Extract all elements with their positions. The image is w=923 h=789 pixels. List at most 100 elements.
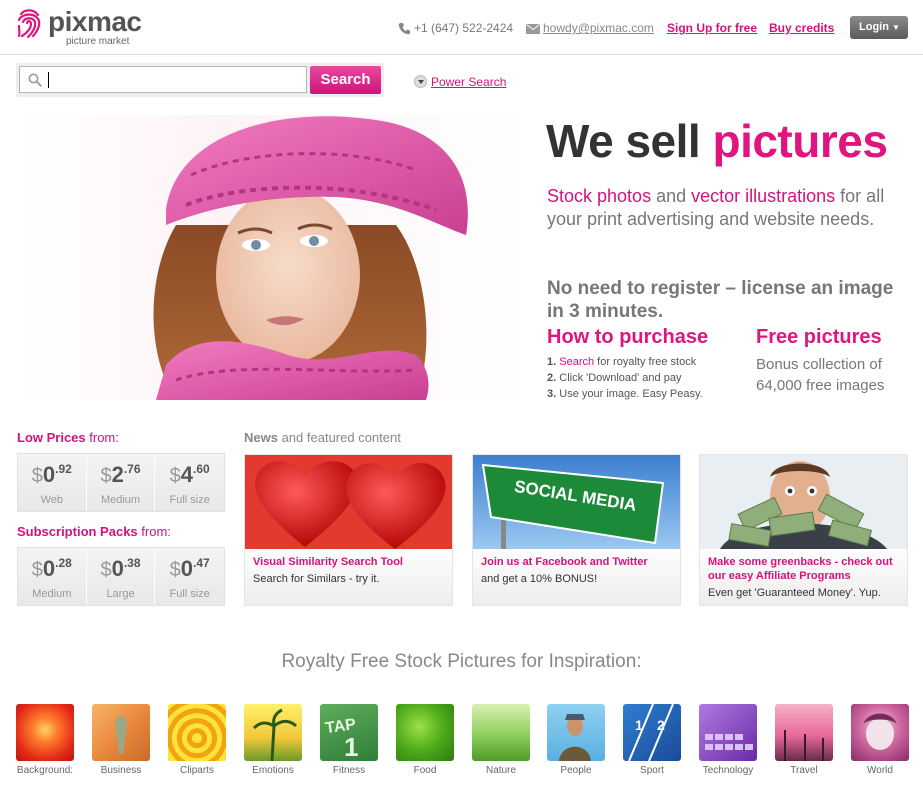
category-label: Nature xyxy=(485,765,516,776)
news-card-title[interactable]: Visual Similarity Search Tool xyxy=(253,555,449,569)
price-whole: 0 xyxy=(42,462,56,487)
phone-number: +1 (647) 522-2424 xyxy=(414,21,514,35)
money-man-image xyxy=(700,455,907,549)
category-label: Fitness xyxy=(332,765,366,776)
price-whole: 2 xyxy=(111,462,124,487)
search-step-link[interactable]: Search xyxy=(559,356,594,368)
login-button[interactable]: Login ▼ xyxy=(850,16,908,39)
logo[interactable]: pixmac picture market xyxy=(16,6,166,48)
category-world[interactable]: World xyxy=(851,704,909,776)
category-emotions[interactable]: Emotions xyxy=(244,704,302,776)
category-background[interactable]: Background: xyxy=(16,704,74,776)
power-search-link[interactable]: Power Search xyxy=(414,74,506,89)
category-nature[interactable]: Nature xyxy=(472,704,530,776)
social-media-illustration: SOCIAL MEDIA xyxy=(473,455,680,549)
price-value: $4.60 xyxy=(155,462,224,488)
price-cents: .28 xyxy=(55,556,72,570)
category-label: Emotions xyxy=(252,765,294,776)
world-thumbnail xyxy=(851,704,909,761)
price-label: Web xyxy=(40,494,64,506)
background-thumbnail xyxy=(16,704,74,761)
fingerprint-logo-icon xyxy=(17,9,41,39)
currency-symbol: $ xyxy=(100,465,112,487)
logo-name: pixmac xyxy=(48,6,142,37)
price-label: Large xyxy=(106,588,135,600)
buy-credits-link[interactable]: Buy credits xyxy=(769,21,834,35)
category-people[interactable]: People xyxy=(547,704,605,776)
price-value: $0.47 xyxy=(155,556,224,582)
currency-symbol: $ xyxy=(169,465,181,487)
signup-link[interactable]: Sign Up for free xyxy=(667,21,757,35)
sport-thumbnail: 12 xyxy=(623,704,681,761)
price-whole: 0 xyxy=(42,556,56,581)
news-heading-rest: and featured content xyxy=(277,430,401,445)
category-label: World xyxy=(867,765,893,776)
price-cents: .92 xyxy=(55,462,72,476)
currency-symbol: $ xyxy=(31,465,43,487)
technology-thumbnail xyxy=(699,704,757,761)
dropdown-circle-icon xyxy=(414,75,427,89)
category-business[interactable]: Business xyxy=(92,704,150,776)
category-sport[interactable]: 12 Sport xyxy=(623,704,681,776)
hearts-illustration xyxy=(245,455,452,549)
currency-symbol: $ xyxy=(31,559,43,581)
search-bar: Search xyxy=(16,63,384,97)
price-cell-medium: $2.76 Medium xyxy=(87,454,156,511)
category-cliparts[interactable]: Cliparts xyxy=(168,704,226,776)
category-travel[interactable]: Travel xyxy=(775,704,833,776)
step-text: Click 'Download' and pay xyxy=(556,372,682,384)
step-text: Use your image. Easy Peasy. xyxy=(556,388,703,400)
travel-thumbnail xyxy=(775,704,833,761)
search-button[interactable]: Search xyxy=(310,66,381,94)
news-card-subtitle: and get a 10% BONUS! xyxy=(481,573,598,585)
price-whole: 0 xyxy=(180,556,194,581)
low-prices-box: $0.92 Web $2.76 Medium $4.60 Full size xyxy=(17,453,225,512)
logo-tagline: picture market xyxy=(66,36,130,47)
people-thumbnail xyxy=(547,704,605,761)
subscription-prices-box: $0.28 Medium $0.38 Large $0.47 Full size xyxy=(17,547,225,606)
price-cents: .38 xyxy=(123,556,141,570)
category-label: Sport xyxy=(640,765,664,776)
free-pictures-link[interactable]: Free pictures xyxy=(756,326,882,349)
vector-illustrations-link[interactable]: vector illustrations xyxy=(691,186,835,206)
news-card-similarity[interactable]: Visual Similarity Search Tool Search for… xyxy=(244,454,453,606)
svg-text:1: 1 xyxy=(635,717,643,733)
sub-price-cell-full: $0.47 Full size xyxy=(155,548,224,605)
price-cell-full: $4.60 Full size xyxy=(155,454,224,511)
news-card-title[interactable]: Join us at Facebook and Twitter xyxy=(481,555,677,569)
category-label: People xyxy=(560,765,592,776)
hero-illustration xyxy=(153,116,468,400)
currency-symbol: $ xyxy=(100,559,112,581)
price-value: $0.92 xyxy=(18,462,86,488)
step-text: for royalty free stock xyxy=(594,356,697,368)
search-input[interactable] xyxy=(19,66,307,93)
how-to-purchase-heading: How to purchase xyxy=(547,326,709,348)
category-label: Background: xyxy=(16,765,74,776)
hero-title-part1: We sell xyxy=(546,115,713,167)
stock-photos-link[interactable]: Stock photos xyxy=(547,186,651,206)
news-heading-bold: News xyxy=(244,430,278,445)
news-card-title[interactable]: Make some greenbacks - check out our eas… xyxy=(708,555,904,583)
hero-title-part2: pictures xyxy=(712,115,888,167)
phone-contact: +1 (647) 522-2424 xyxy=(398,21,513,35)
purchase-step: 1. Search for royalty free stock xyxy=(547,354,703,370)
svg-text:2: 2 xyxy=(657,717,665,733)
news-card-social[interactable]: SOCIAL MEDIA Join us at Facebook and Twi… xyxy=(472,454,681,606)
header: pixmac picture market +1 (647) 522-2424 … xyxy=(0,0,923,55)
category-technology[interactable]: Technology xyxy=(699,704,757,776)
power-search-label: Power Search xyxy=(431,74,507,89)
category-fitness[interactable]: TAP 1 Fitness xyxy=(320,704,378,776)
price-whole: 0 xyxy=(111,556,124,581)
email-contact: howdy@pixmac.com xyxy=(526,21,654,35)
cliparts-thumbnail xyxy=(168,704,226,761)
news-card-affiliate[interactable]: Make some greenbacks - check out our eas… xyxy=(699,454,908,606)
sub-price-cell-medium: $0.28 Medium xyxy=(18,548,87,605)
hearts-image xyxy=(245,455,452,549)
hero-text-and: and xyxy=(651,186,692,206)
category-food[interactable]: Food xyxy=(396,704,454,776)
price-value: $0.28 xyxy=(18,556,86,582)
hero-no-register-text: No need to register – license an image i… xyxy=(547,278,894,322)
email-link[interactable]: howdy@pixmac.com xyxy=(543,21,654,35)
step-number: 2. xyxy=(547,372,557,384)
currency-symbol: $ xyxy=(169,559,181,581)
